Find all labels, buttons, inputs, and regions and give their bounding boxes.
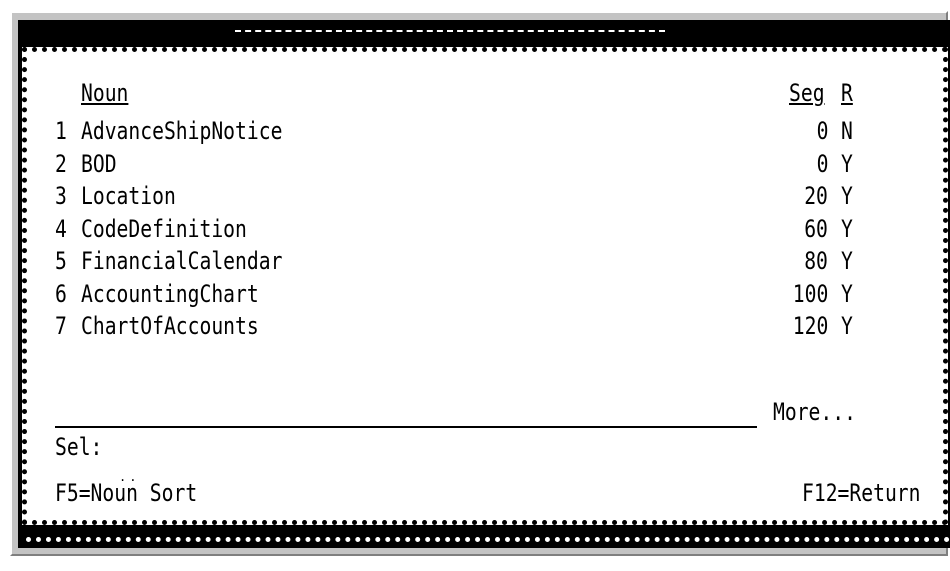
seg-value: 100 — [792, 280, 828, 308]
row-number: 7 — [55, 312, 67, 340]
r-column-header[interactable]: R — [841, 78, 853, 108]
seg-value: 60 — [804, 215, 828, 243]
noun-name[interactable]: Location — [81, 181, 176, 211]
top-dashed-border — [235, 30, 665, 32]
row-number: 4 — [55, 215, 67, 243]
r-value: Y — [841, 247, 853, 275]
noun-name[interactable]: CodeDefinition — [81, 214, 247, 244]
noun-name[interactable]: BOD — [81, 149, 117, 179]
more-indicator: More... — [773, 398, 856, 426]
r-value: N — [841, 117, 853, 145]
row-number: 6 — [55, 280, 67, 308]
seg-column-header[interactable]: Seg — [789, 78, 825, 108]
row-number: 5 — [55, 247, 67, 275]
f5-noun-sort-key[interactable]: F5=Noun Sort — [55, 478, 197, 508]
seg-value: 0 — [816, 117, 828, 145]
row-number: 2 — [55, 150, 67, 178]
noun-name[interactable]: AdvanceShipNotice — [81, 116, 282, 146]
sel-label: Sel: — [55, 433, 103, 461]
noun-name[interactable]: ChartOfAccounts — [81, 311, 259, 341]
f12-return-key[interactable]: F12=Return — [802, 478, 920, 508]
row-number: 1 — [55, 117, 67, 145]
seg-value: 120 — [792, 312, 828, 340]
noun-name[interactable]: AccountingChart — [81, 279, 259, 309]
r-value: Y — [841, 182, 853, 210]
noun-name[interactable]: FinancialCalendar — [81, 246, 282, 276]
r-value: Y — [841, 215, 853, 243]
seg-value: 20 — [804, 182, 828, 210]
seg-value: 80 — [804, 247, 828, 275]
list-divider — [55, 426, 757, 428]
r-value: Y — [841, 312, 853, 340]
seg-value: 0 — [816, 150, 828, 178]
noun-column-header[interactable]: Noun — [81, 78, 128, 108]
r-value: Y — [841, 280, 853, 308]
r-value: Y — [841, 150, 853, 178]
row-number: 3 — [55, 182, 67, 210]
bottom-dotted-border — [26, 537, 950, 542]
